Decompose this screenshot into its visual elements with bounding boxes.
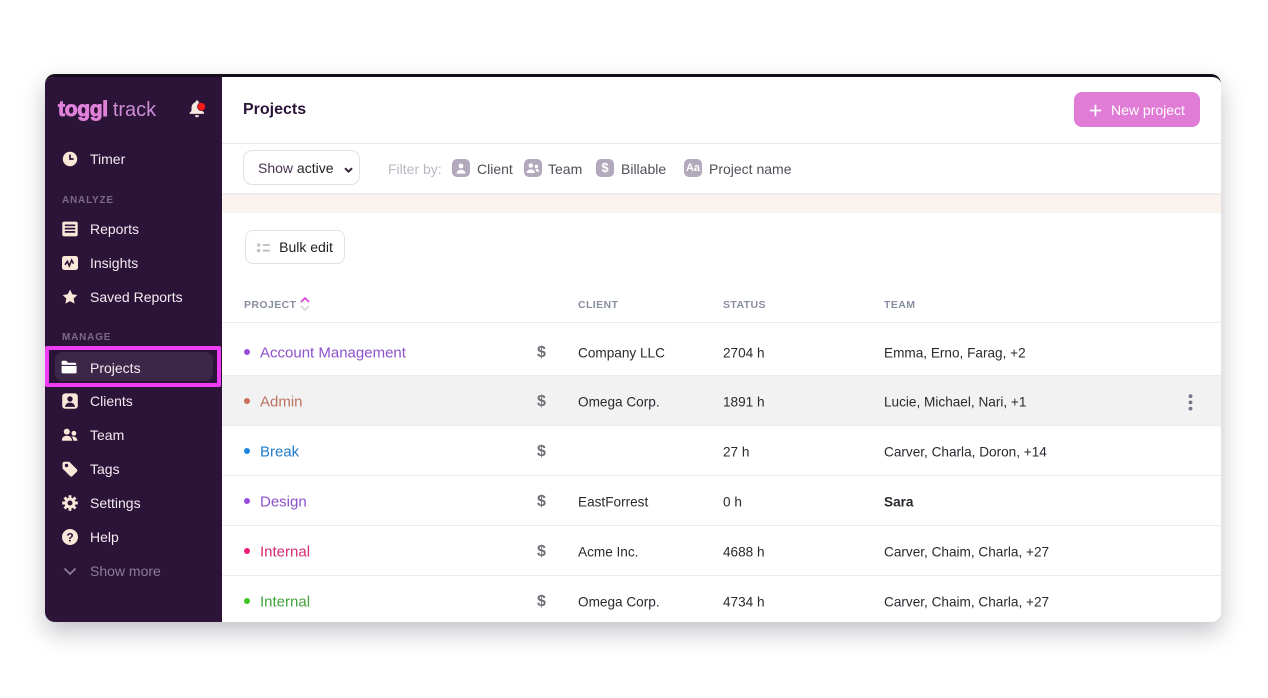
svg-text:?: ? — [66, 530, 73, 544]
